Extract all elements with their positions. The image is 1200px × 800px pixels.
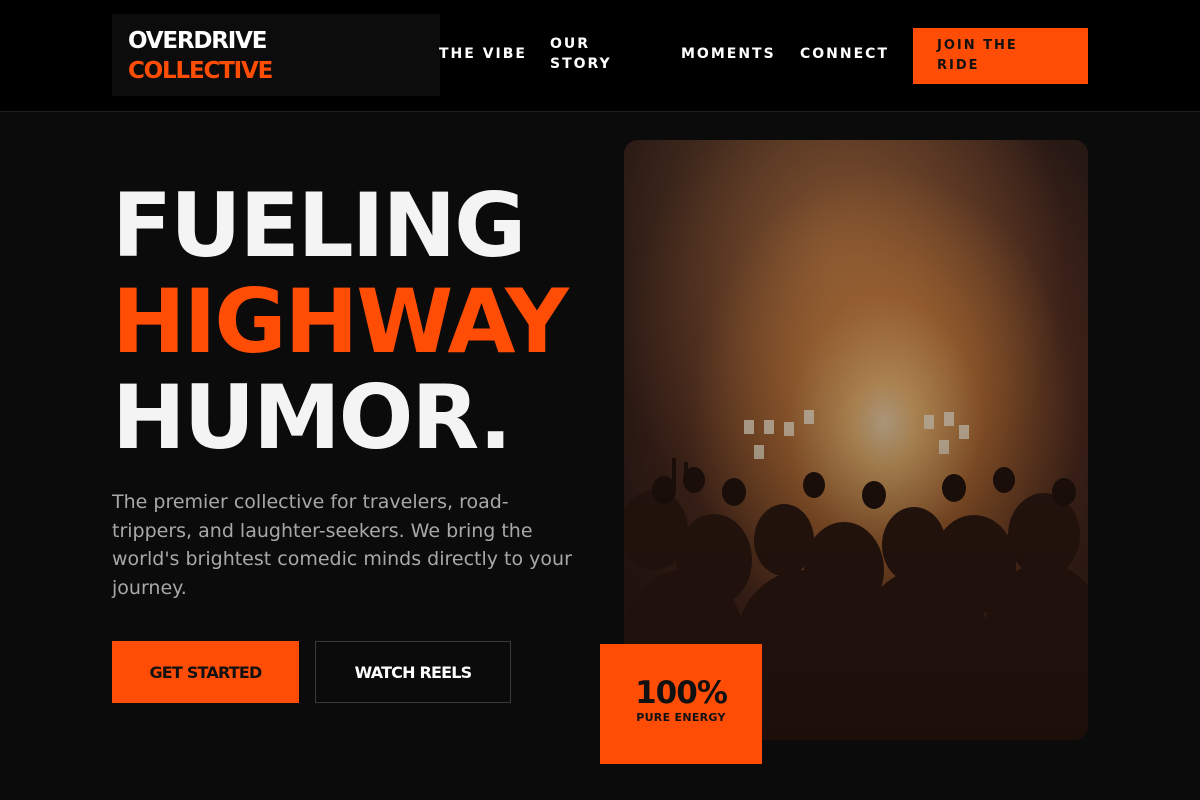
headline-line-3: HUMOR. [112, 366, 512, 469]
headline-line-1: FUELING [112, 174, 526, 277]
headline-line-2: HIGHWAY [112, 270, 569, 373]
stat-value: 100% [635, 675, 728, 711]
watch-reels-button[interactable]: WATCH REELS [315, 641, 511, 703]
nav-link-moments[interactable]: MOMENTS [681, 44, 776, 64]
stat-label: PURE ENERGY [636, 711, 726, 724]
logo-line-1: OVERDRIVE [128, 28, 267, 54]
logo[interactable]: OVERDRIVE COLLECTIVE [112, 14, 440, 96]
stat-card: 100% PURE ENERGY [600, 644, 762, 764]
nav-link-the-vibe[interactable]: THE VIBE [439, 44, 527, 64]
get-started-button[interactable]: GET STARTED [112, 641, 299, 703]
nav-link-our-story[interactable]: OUR STORY [550, 34, 630, 74]
hero-description: The premier collective for travelers, ro… [112, 491, 572, 599]
join-the-ride-button[interactable]: JOIN THE RIDE [913, 28, 1088, 84]
nav-link-connect[interactable]: CONNECT [800, 44, 889, 64]
logo-line-2: COLLECTIVE [128, 58, 273, 84]
site-header: OVERDRIVE COLLECTIVE THE VIBE OUR STORY … [0, 0, 1200, 112]
